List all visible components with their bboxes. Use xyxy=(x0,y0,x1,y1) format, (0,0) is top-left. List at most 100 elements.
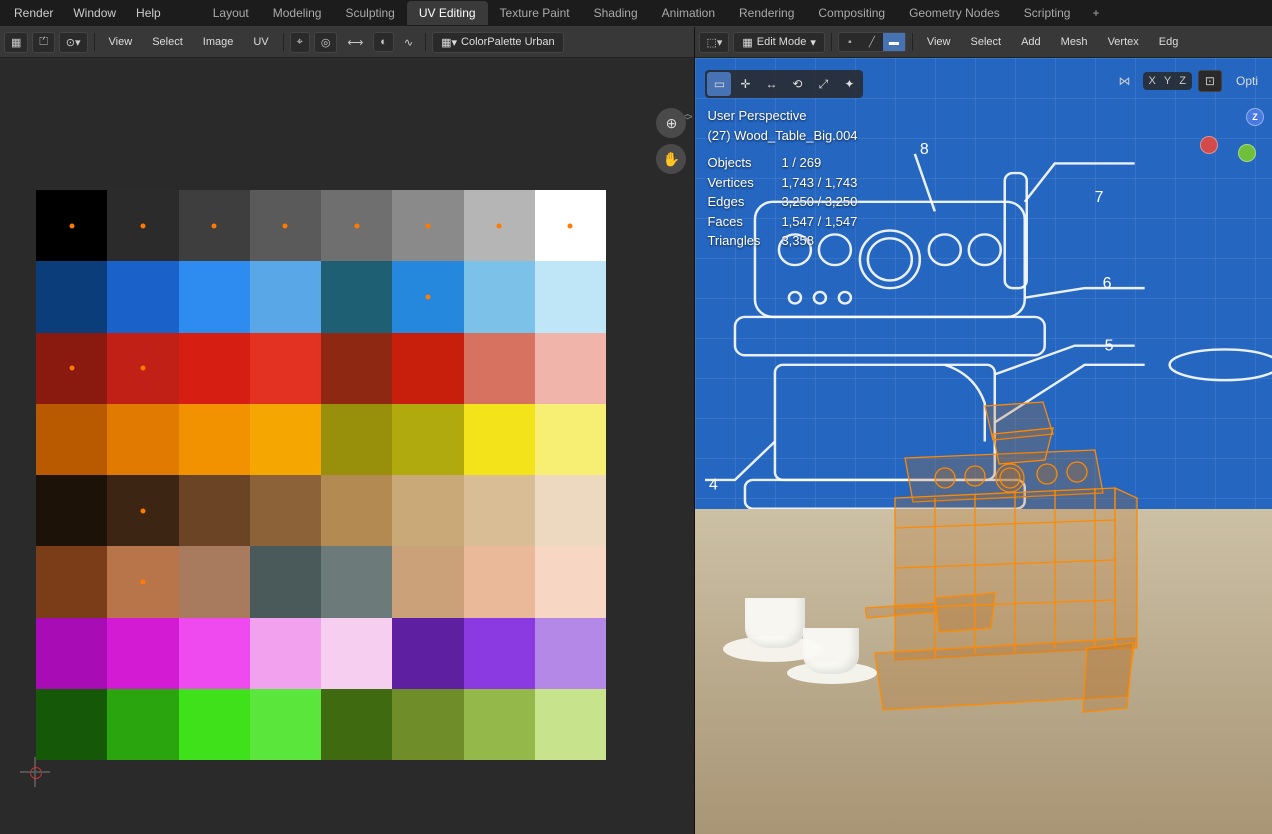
workspace-tab-layout[interactable]: Layout xyxy=(201,1,261,25)
gizmo-z-icon[interactable]: Z xyxy=(1246,108,1264,126)
uv-menu-image[interactable]: Image xyxy=(195,33,242,51)
sticky-icon[interactable]: ◐ xyxy=(373,32,394,52)
workspace-tab-animation[interactable]: Animation xyxy=(650,1,727,25)
palette-swatch xyxy=(464,333,535,404)
gizmo-toggle-icon[interactable]: ⊡ xyxy=(1198,70,1222,92)
workspace-tab-texture-paint[interactable]: Texture Paint xyxy=(488,1,582,25)
palette-swatch xyxy=(107,475,178,546)
workspace-tab-uv-editing[interactable]: UV Editing xyxy=(407,1,488,25)
nav-gizmo[interactable]: Z xyxy=(1200,108,1264,172)
palette-swatch xyxy=(321,618,392,689)
uv-vertex-icon xyxy=(568,223,573,228)
mode-selector[interactable]: ▦ Edit Mode ▾ xyxy=(733,32,824,53)
options-button[interactable]: Opti xyxy=(1228,71,1266,91)
proportional-icon[interactable]: ◎ xyxy=(314,32,338,53)
workspace-tab-compositing[interactable]: Compositing xyxy=(806,1,897,25)
editor-type-3d[interactable]: ⬚▾ xyxy=(699,32,729,53)
workspace-add[interactable]: + xyxy=(1082,1,1109,25)
workspace-tab-modeling[interactable]: Modeling xyxy=(261,1,334,25)
pan-icon[interactable]: ✋ xyxy=(656,144,686,174)
uv-menu-select[interactable]: Select xyxy=(144,33,191,51)
vp-menu-view[interactable]: View xyxy=(919,33,959,51)
palette-swatch xyxy=(464,261,535,332)
top-bar: Render Window Help LayoutModelingSculpti… xyxy=(0,0,1272,27)
palette-swatch xyxy=(250,261,321,332)
uv-vertex-icon xyxy=(425,294,430,299)
face-mode[interactable]: ▬ xyxy=(883,33,905,51)
gizmo-x-icon[interactable] xyxy=(1200,136,1218,154)
axis-z[interactable]: Z xyxy=(1179,75,1186,87)
image-selector[interactable]: ▦▾ ColorPalette Urban xyxy=(432,32,563,53)
axis-x[interactable]: X xyxy=(1149,75,1156,87)
stat-label: Vertices xyxy=(707,173,767,193)
menu-render[interactable]: Render xyxy=(4,1,63,25)
palette-swatch xyxy=(250,475,321,546)
palette-swatch xyxy=(321,404,392,475)
palette-swatch xyxy=(250,333,321,404)
pin-icon[interactable]: ⏍ xyxy=(32,32,54,53)
palette-swatch xyxy=(36,333,107,404)
palette-swatch xyxy=(179,546,250,617)
edge-mode[interactable]: ╱ xyxy=(861,33,883,51)
editor-type-uv[interactable]: ▦ xyxy=(4,32,28,53)
palette-swatch xyxy=(36,475,107,546)
palette-swatch xyxy=(250,404,321,475)
workspace-tab-sculpting[interactable]: Sculpting xyxy=(333,1,406,25)
gizmo-y-icon[interactable] xyxy=(1238,144,1256,162)
menu-window[interactable]: Window xyxy=(63,1,126,25)
vertex-mode[interactable]: ▪ xyxy=(839,33,861,51)
palette-swatch xyxy=(321,475,392,546)
transform-tool-icon[interactable]: ✦ xyxy=(837,72,861,96)
palette-swatch xyxy=(464,475,535,546)
vp-menu-vertex[interactable]: Vertex xyxy=(1100,33,1147,51)
palette-swatch xyxy=(535,618,606,689)
uv-vertex-icon xyxy=(140,579,145,584)
uv-menu-uv[interactable]: UV xyxy=(245,33,276,51)
vp-tool-shelf: ▭ ✛ ↔ ⟲ ⤢ ✦ xyxy=(705,70,863,98)
uv-canvas[interactable]: <> ⊕ ✋ xyxy=(0,58,694,834)
coffee-cup xyxy=(745,598,805,648)
zoom-icon[interactable]: ⊕ xyxy=(656,108,686,138)
stat-value: 1,547 / 1,547 xyxy=(781,212,857,232)
viewport-3d: ⬚▾ ▦ Edit Mode ▾ ▪ ╱ ▬ View Select Add M… xyxy=(694,27,1272,834)
coffee-cup xyxy=(803,628,859,674)
pivot-icon[interactable]: ⊙▾ xyxy=(59,32,88,53)
uv-editor: ▦ ⏍ ⊙▾ View Select Image UV ⌖ ◎ ⟷ ◐ ∿ ▦▾… xyxy=(0,27,694,834)
palette-swatch xyxy=(392,190,463,261)
cursor-tool-icon[interactable]: ✛ xyxy=(733,72,757,96)
workspace-tabs: LayoutModelingSculptingUV EditingTexture… xyxy=(201,1,1083,25)
workspace-tab-rendering[interactable]: Rendering xyxy=(727,1,806,25)
falloff-icon[interactable]: ∿ xyxy=(398,33,419,52)
workspace-tab-scripting[interactable]: Scripting xyxy=(1012,1,1083,25)
viewport-canvas[interactable]: 8 7 6 5 4 xyxy=(695,58,1272,834)
workspace-tab-geometry-nodes[interactable]: Geometry Nodes xyxy=(897,1,1012,25)
uv-menu-view[interactable]: View xyxy=(101,33,141,51)
butterfly-icon[interactable]: ⋈ xyxy=(1113,71,1137,91)
axis-y[interactable]: Y xyxy=(1164,75,1171,87)
snap-icon[interactable]: ⌖ xyxy=(290,32,310,53)
palette-swatch xyxy=(535,689,606,760)
palette-swatch xyxy=(321,190,392,261)
vp-top-right: ⋈ X Y Z ⊡ Opti xyxy=(1113,70,1267,92)
uv-vertex-icon xyxy=(497,223,502,228)
menu-help[interactable]: Help xyxy=(126,1,171,25)
rotate-tool-icon[interactable]: ⟲ xyxy=(785,72,809,96)
workspace-tab-shading[interactable]: Shading xyxy=(582,1,650,25)
vp-menu-add[interactable]: Add xyxy=(1013,33,1049,51)
palette-swatch xyxy=(464,190,535,261)
palette-swatch xyxy=(535,333,606,404)
move-tool-icon[interactable]: ↔ xyxy=(759,72,783,96)
vp-menu-mesh[interactable]: Mesh xyxy=(1053,33,1096,51)
vp-menu-edge[interactable]: Edg xyxy=(1151,33,1187,51)
palette-swatch xyxy=(250,689,321,760)
scale-tool-icon[interactable]: ⤢ xyxy=(811,72,835,96)
select-tool-icon[interactable]: ▭ xyxy=(707,72,731,96)
palette-swatch xyxy=(321,689,392,760)
palette-swatch xyxy=(179,333,250,404)
palette-swatch xyxy=(535,475,606,546)
palette-swatch xyxy=(392,333,463,404)
uv-sync-icon[interactable]: ⟷ xyxy=(341,33,369,52)
vp-menu-select[interactable]: Select xyxy=(963,33,1010,51)
palette-swatch xyxy=(36,404,107,475)
palette-swatch xyxy=(535,546,606,617)
